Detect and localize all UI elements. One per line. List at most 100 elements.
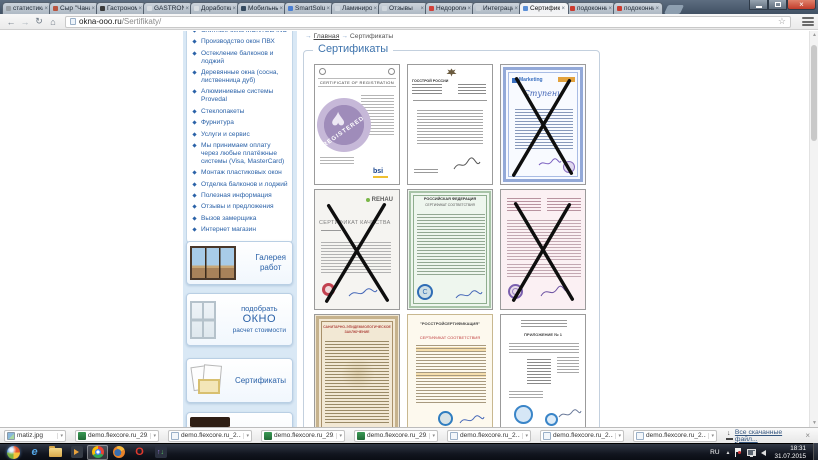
browser-tab[interactable]: Ламиниров ×: [331, 2, 381, 14]
certificate-thumb-appendix[interactable]: ПРИЛОЖЕНИЕ № 1: [500, 314, 586, 427]
download-item[interactable]: matiz.jpg: [4, 430, 66, 442]
home-icon[interactable]: ⌂: [46, 17, 60, 27]
language-indicator[interactable]: RU: [710, 449, 719, 456]
taskbar-download-manager[interactable]: ↑↓: [150, 445, 171, 460]
widget-certificates[interactable]: Сертификаты: [186, 358, 293, 403]
refresh-icon[interactable]: ↻: [32, 16, 46, 27]
tab-close-icon[interactable]: ×: [373, 6, 377, 12]
start-button[interactable]: [3, 445, 24, 460]
download-item[interactable]: demo.flexcore.ru_2...html: [540, 430, 624, 442]
download-item[interactable]: demo.flexcore.ru_2...html: [633, 430, 717, 442]
download-caret-icon[interactable]: [708, 433, 714, 439]
show-all-downloads-link[interactable]: Все скачанные файл...: [735, 429, 795, 443]
browser-tab[interactable]: Интеграции ×: [472, 2, 522, 14]
download-item[interactable]: demo.flexcore.ru_2...html: [447, 430, 531, 442]
sidebar-menu-link[interactable]: Услуги и сервис: [192, 131, 289, 139]
browser-tab[interactable]: Доработки ×: [190, 2, 240, 14]
page-scrollbar[interactable]: ▲ ▼: [809, 31, 818, 427]
download-item[interactable]: demo.flexcore.ru_29....csv: [354, 430, 438, 442]
taskbar-opera[interactable]: O: [129, 445, 150, 460]
address-bar[interactable]: okna-ooo.ru /Sertifikaty/ ☆: [65, 16, 791, 28]
download-caret-icon[interactable]: [615, 433, 621, 439]
speaker-icon[interactable]: [761, 450, 766, 456]
tab-close-icon[interactable]: ×: [420, 6, 424, 12]
sidebar-menu-link[interactable]: Полезная информация: [192, 192, 289, 200]
browser-tab[interactable]: GASTRONOMI ×: [143, 2, 193, 14]
browser-tab[interactable]: статистика ×: [2, 2, 52, 14]
certificate-thumb-bsi[interactable]: CERTIFICATE OF REGISTRATION ♥ REGISTERED…: [314, 64, 400, 185]
hidden-icons-arrow-icon[interactable]: ▲: [726, 450, 731, 456]
sidebar-menu-link[interactable]: Монтаж пластиковых окон: [192, 169, 289, 177]
browser-tab[interactable]: Недорогие ×: [425, 2, 475, 14]
sidebar-menu-link[interactable]: Стеклопакеты: [192, 108, 289, 116]
browser-tab[interactable]: Мобильный ×: [237, 2, 287, 14]
forward-icon[interactable]: →: [18, 17, 32, 27]
certificate-thumb-rehau[interactable]: REHAU СЕРТИФИКАТ КАЧЕСТВА: [314, 189, 400, 310]
download-caret-icon[interactable]: [429, 433, 435, 439]
minimize-button[interactable]: [749, 0, 768, 10]
tab-close-icon[interactable]: ×: [232, 6, 236, 12]
tab-close-icon[interactable]: ×: [44, 6, 48, 12]
download-caret-icon[interactable]: [57, 433, 63, 439]
sidebar-menu-link[interactable]: Отделка балконов и лоджий: [192, 181, 289, 189]
certificate-thumb-gosstroy-letter[interactable]: ГОССТРОЙ РОССИИ: [407, 64, 493, 185]
scrollbar-thumb[interactable]: [811, 45, 817, 141]
tab-close-icon[interactable]: ×: [279, 6, 283, 12]
browser-tab[interactable]: Сыр "Чанах" ×: [49, 2, 99, 14]
browser-tab[interactable]: подоконни ×: [613, 2, 663, 14]
sidebar-menu-link[interactable]: Фурнитура: [192, 119, 289, 127]
download-caret-icon[interactable]: [150, 433, 156, 439]
new-tab-button[interactable]: [664, 5, 684, 14]
download-item[interactable]: demo.flexcore.ru_29....csv: [261, 430, 345, 442]
tray-clock[interactable]: 18:31 31.07.2015: [774, 445, 806, 460]
tab-close-icon[interactable]: ×: [91, 6, 95, 12]
tab-close-icon[interactable]: ×: [608, 6, 612, 12]
certificate-thumb-marketing[interactable]: Marketing Ступени: [500, 64, 586, 185]
certificate-thumb-pink[interactable]: [500, 189, 586, 310]
tab-close-icon[interactable]: ×: [467, 6, 471, 12]
taskbar-file-explorer[interactable]: [45, 445, 66, 460]
widget-online-consultant[interactable]: ONLINE: [186, 412, 293, 427]
download-caret-icon[interactable]: [243, 433, 249, 439]
close-button[interactable]: ×: [787, 0, 816, 10]
show-desktop-button[interactable]: [813, 443, 818, 460]
tab-close-icon[interactable]: ×: [561, 6, 565, 12]
browser-tab[interactable]: Гастрономи ×: [96, 2, 146, 14]
certificate-thumb-sanitary[interactable]: САНИТАРНО-ЭПИДЕМИОЛОГИЧЕСКОЕ ЗАКЛЮЧЕНИЕ: [314, 314, 400, 427]
widget-window-calculator[interactable]: подобрать ОКНО расчет стоимости: [186, 293, 293, 346]
browser-tab[interactable]: подоконни ×: [566, 2, 616, 14]
tab-close-icon[interactable]: ×: [185, 6, 189, 12]
tab-close-icon[interactable]: ×: [138, 6, 142, 12]
taskbar-internet-explorer[interactable]: e: [24, 445, 45, 460]
breadcrumb-home-link[interactable]: Главная: [314, 33, 340, 40]
maximize-button[interactable]: [768, 0, 787, 10]
certificate-thumb-green[interactable]: РОССИЙСКАЯ ФЕДЕРАЦИЯ СЕРТИФИКАТ СООТВЕТС…: [407, 189, 493, 310]
bookmark-star-icon[interactable]: ☆: [778, 16, 786, 27]
downloads-bar-close-icon[interactable]: ×: [805, 431, 810, 440]
download-item[interactable]: demo.flexcore.ru_2...html: [168, 430, 252, 442]
taskbar-chrome[interactable]: [87, 445, 108, 460]
browser-menu-icon[interactable]: [802, 17, 814, 26]
action-center-flag-icon[interactable]: [735, 448, 742, 457]
taskbar-media-player[interactable]: [66, 445, 87, 460]
browser-tab[interactable]: Отзывы ×: [378, 2, 428, 14]
sidebar-menu-link[interactable]: Отзывы и предложения: [192, 203, 289, 211]
browser-tab[interactable]: Сертификат ×: [519, 2, 569, 14]
tab-close-icon[interactable]: ×: [514, 6, 518, 12]
download-caret-icon[interactable]: [336, 433, 342, 439]
tab-close-icon[interactable]: ×: [326, 6, 330, 12]
scroll-down-icon[interactable]: ▼: [810, 420, 818, 426]
browser-tab[interactable]: SmartSoluti ×: [284, 2, 334, 14]
tab-close-icon[interactable]: ×: [655, 6, 659, 12]
sidebar-menu-link[interactable]: Интернет магазин: [192, 226, 289, 234]
scroll-up-icon[interactable]: ▲: [810, 32, 818, 38]
download-caret-icon[interactable]: [522, 433, 528, 439]
sidebar-menu-link[interactable]: Остекление балконов и лоджий: [192, 50, 289, 66]
download-item[interactable]: demo.flexcore.ru_29....csv: [75, 430, 159, 442]
sidebar-menu-link[interactable]: Элитные окна MONTBLANC: [192, 31, 289, 35]
certificate-thumb-rosstroy[interactable]: "РОССТРОЙСЕРТИФИКАЦИЯ" СЕРТИФИКАТ СООТВЕ…: [407, 314, 493, 427]
sidebar-menu-link[interactable]: Вызов замерщика: [192, 215, 289, 223]
back-icon[interactable]: ←: [4, 17, 18, 27]
sidebar-menu-link[interactable]: Мы принимаем оплату через любые платёжны…: [192, 142, 289, 166]
sidebar-menu-link[interactable]: Деревянные окна (сосна, лиственница дуб): [192, 69, 289, 85]
